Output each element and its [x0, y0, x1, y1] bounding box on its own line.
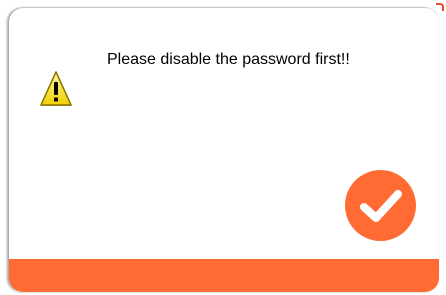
dialog-message: Please disable the password first!! [107, 51, 350, 68]
ok-button[interactable] [345, 170, 416, 241]
checkmark-icon [360, 190, 402, 222]
page: Please disable the password first!! [0, 0, 446, 295]
warning-icon [39, 70, 73, 108]
dialog-footer-bar [9, 259, 439, 292]
alert-dialog: Please disable the password first!! [9, 8, 439, 292]
corner-mark [436, 3, 444, 11]
